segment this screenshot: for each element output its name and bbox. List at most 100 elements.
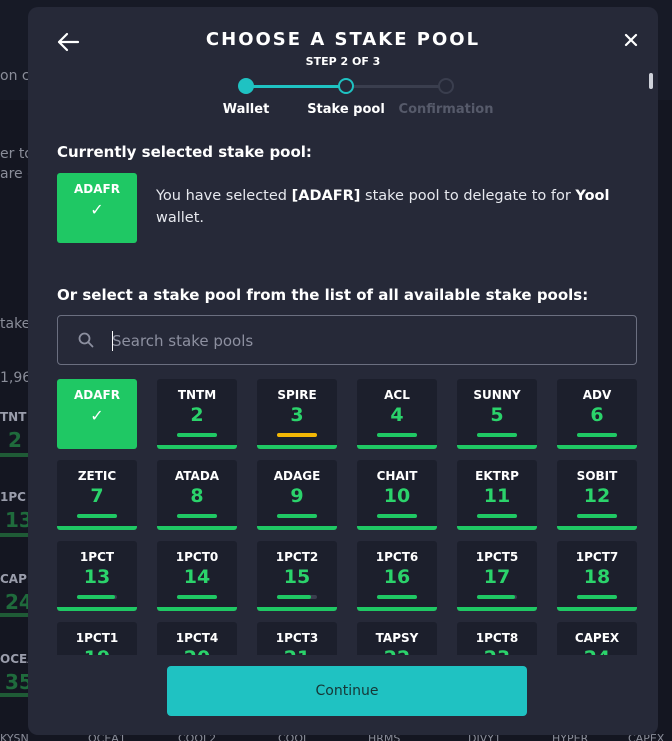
continue-button[interactable]: Continue: [167, 666, 527, 716]
pool-rank: 10: [383, 485, 411, 507]
stake-pool-tile[interactable]: ATADA 8: [157, 460, 237, 530]
pool-tile-underline: [157, 526, 237, 530]
saturation-bar: [577, 595, 617, 599]
pool-ticker: 1PCT6: [375, 550, 419, 564]
stake-pool-tile[interactable]: CAPEX 24: [557, 622, 637, 655]
stake-pool-tile[interactable]: ADV 6: [557, 379, 637, 449]
stepper-dot-stake-pool: [338, 78, 354, 94]
pool-ticker: CHAIT: [376, 469, 418, 483]
step-name-stake-pool: Stake pool: [307, 102, 385, 117]
pool-rank: 12: [583, 485, 611, 507]
stake-pool-tile[interactable]: SPIRE 3: [257, 379, 337, 449]
stake-pool-tile[interactable]: 1PCT6 16: [357, 541, 437, 611]
stake-pool-tile[interactable]: ACL 4: [357, 379, 437, 449]
pool-rank: 24: [557, 647, 637, 655]
pool-ticker: 1PCT0: [175, 550, 219, 564]
stake-pool-tile[interactable]: 1PCT2 15: [257, 541, 337, 611]
pool-rank: 7: [90, 485, 104, 507]
stake-pool-tile[interactable]: 1PCT 13: [57, 541, 137, 611]
pool-tile-underline: [557, 526, 637, 530]
pool-tile-underline: [357, 526, 437, 530]
stake-pool-tile[interactable]: ADAGE 9: [257, 460, 337, 530]
saturation-bar: [377, 433, 417, 437]
pool-rank: 19: [57, 647, 137, 655]
stake-pool-tile[interactable]: 1PCT8 23: [457, 622, 537, 655]
pool-tile-underline: [257, 607, 337, 611]
background-text: 2: [8, 428, 22, 452]
stake-pool-tile[interactable]: 1PCT3 21: [257, 622, 337, 655]
saturation-fill: [77, 595, 115, 599]
current-pool-label: Currently selected stake pool:: [57, 143, 312, 161]
saturation-fill: [177, 514, 217, 518]
stake-pool-tile[interactable]: SOBIT 12: [557, 460, 637, 530]
search-input[interactable]: [112, 328, 612, 354]
scrollbar-thumb[interactable]: [649, 73, 653, 89]
pool-tile-underline: [557, 445, 637, 449]
background-text: TNT: [0, 410, 27, 424]
pool-rank: 3: [290, 404, 304, 426]
pool-rank: 23: [457, 647, 537, 655]
pool-rank: 15: [283, 566, 311, 588]
pool-rank: 20: [157, 647, 237, 655]
pool-rank: 22: [357, 647, 437, 655]
stepper-track-pending: [354, 85, 448, 88]
saturation-bar: [577, 514, 617, 518]
text-caret: [112, 331, 113, 351]
pool-tile-underline: [457, 445, 537, 449]
close-button[interactable]: [622, 31, 640, 49]
saturation-fill: [377, 433, 417, 437]
pool-rank: 18: [583, 566, 611, 588]
progress-stepper: [228, 77, 468, 97]
pool-tile-underline: [557, 607, 637, 611]
stake-pool-tile[interactable]: EKTRP 11: [457, 460, 537, 530]
pool-ticker: ATADA: [174, 469, 220, 483]
checkmark-icon: ✓: [90, 200, 104, 219]
close-icon: [624, 33, 638, 47]
pool-rank: 6: [590, 404, 604, 426]
selected-pool-ticker: ADAFR: [74, 182, 120, 196]
pool-rank: 16: [383, 566, 411, 588]
saturation-fill: [177, 595, 217, 599]
pool-rank: 14: [183, 566, 211, 588]
stake-pool-tile[interactable]: CHAIT 10: [357, 460, 437, 530]
stake-pool-tile[interactable]: ADAFR ✓: [57, 379, 137, 449]
background-divider: [0, 533, 28, 537]
stake-pool-tile[interactable]: TNTM 2: [157, 379, 237, 449]
pool-ticker: 1PCT8: [475, 631, 519, 645]
pool-ticker: ZETIC: [77, 469, 117, 483]
saturation-fill: [477, 595, 515, 599]
saturation-fill: [577, 595, 617, 599]
saturation-bar: [377, 595, 417, 599]
stake-pool-tile[interactable]: TAPSY 22: [357, 622, 437, 655]
stake-pool-tile[interactable]: 1PCT7 18: [557, 541, 637, 611]
pool-ticker: SOBIT: [576, 469, 618, 483]
saturation-fill: [477, 514, 517, 518]
stake-pool-tile[interactable]: 1PCT0 14: [157, 541, 237, 611]
stake-pool-tile[interactable]: 1PCT4 20: [157, 622, 237, 655]
stake-pool-dialog: CHOOSE A STAKE POOL STEP 2 OF 3 Wallet S…: [28, 7, 658, 735]
pool-ticker: TNTM: [177, 388, 217, 402]
stepper-track-done: [246, 85, 346, 88]
saturation-bar: [477, 433, 517, 437]
background-divider: [0, 453, 28, 457]
selected-pool-tile[interactable]: ADAFR ✓: [57, 173, 137, 243]
pool-ticker: 1PCT2: [275, 550, 319, 564]
stake-pool-tile[interactable]: 1PCT5 17: [457, 541, 537, 611]
saturation-bar: [277, 433, 317, 437]
stake-pool-tile[interactable]: 1PCT1 19: [57, 622, 137, 655]
saturation-fill: [377, 595, 417, 599]
pool-rank: 2: [190, 404, 204, 426]
pool-rank: 9: [290, 485, 304, 507]
desc-prefix: You have selected: [156, 188, 292, 204]
saturation-bar: [77, 595, 117, 599]
search-box[interactable]: [57, 315, 637, 365]
desc-suffix: wallet.: [156, 210, 205, 226]
pool-ticker: 1PCT7: [575, 550, 619, 564]
pool-tile-underline: [357, 607, 437, 611]
stake-pool-tile[interactable]: SUNNY 5: [457, 379, 537, 449]
saturation-fill: [177, 433, 217, 437]
stake-pool-tile[interactable]: ZETIC 7: [57, 460, 137, 530]
desc-middle: stake pool to delegate to for: [360, 188, 576, 204]
pool-list-label: Or select a stake pool from the list of …: [57, 286, 589, 304]
background-text: take: [0, 316, 31, 332]
